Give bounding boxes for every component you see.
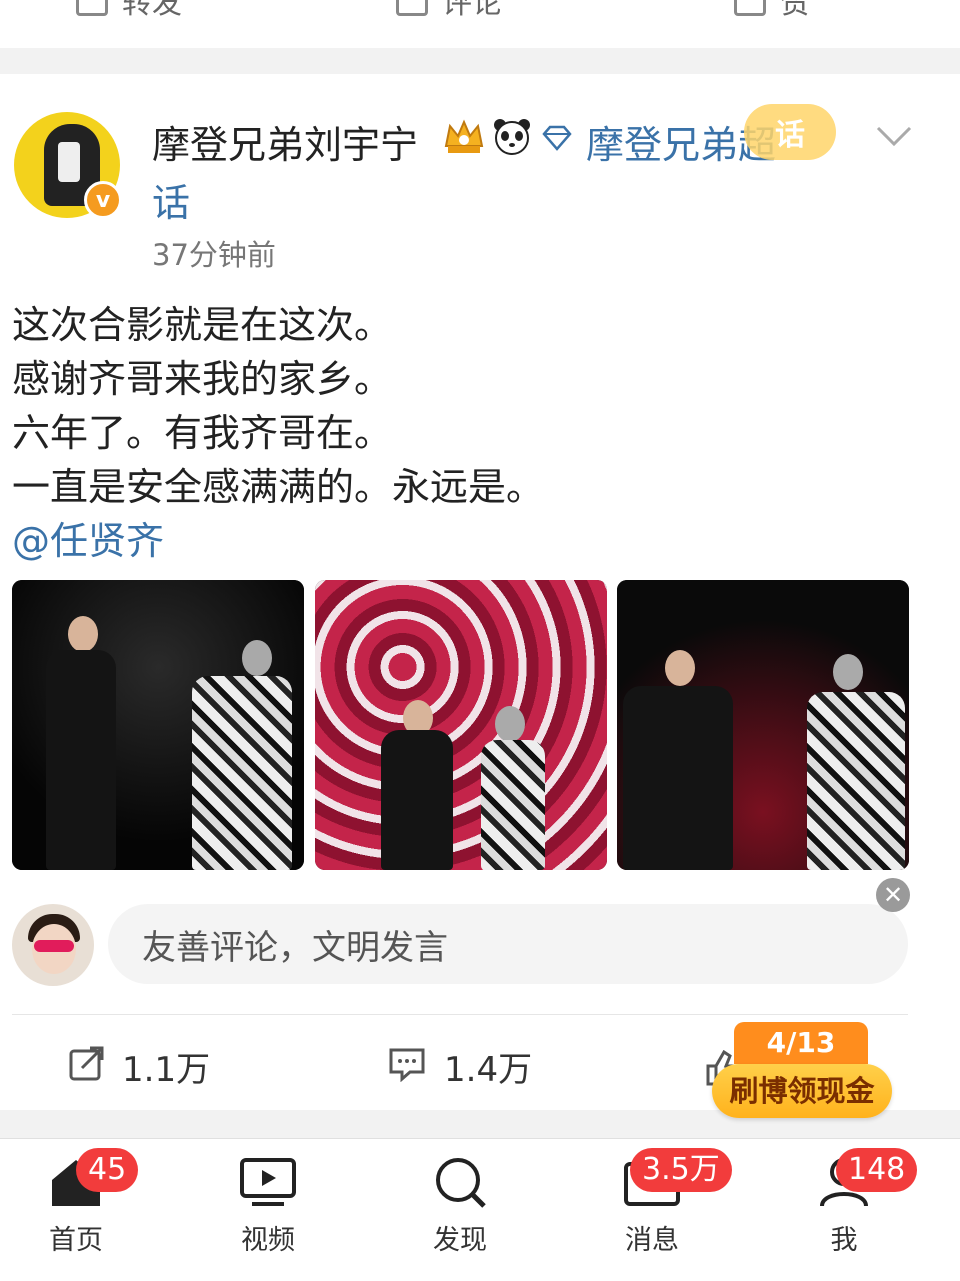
repost-icon: [76, 0, 108, 16]
nav-discover-label: 发现: [433, 1225, 487, 1256]
nav-video[interactable]: 视频: [218, 1156, 318, 1257]
search-icon: [436, 1158, 486, 1208]
supertopic-badge-icon: 话: [744, 104, 836, 160]
comment-icon[interactable]: [388, 1046, 426, 1082]
supertopic-link-continued[interactable]: 话: [152, 172, 190, 227]
post-text-line: 六年了。有我齐哥在。: [12, 411, 393, 455]
nav-me-label: 我: [830, 1225, 858, 1256]
like-icon: [734, 0, 766, 16]
nav-video-label: 视频: [241, 1225, 295, 1256]
post-text-line: 感谢齐哥来我的家乡。: [12, 357, 393, 401]
nav-home-label: 首页: [49, 1225, 103, 1256]
post-photo-1[interactable]: [12, 580, 304, 870]
divider: [12, 1014, 908, 1015]
prev-comment-button[interactable]: 评论: [396, 0, 502, 22]
post-photo-2[interactable]: [315, 580, 607, 870]
crown-icon: [444, 119, 484, 153]
repost-count[interactable]: 1.1万: [122, 1042, 210, 1091]
chevron-down-icon[interactable]: [874, 122, 914, 152]
diamond-icon: [542, 125, 572, 151]
comment-count[interactable]: 1.4万: [444, 1042, 532, 1091]
prev-repost-button[interactable]: 转发: [76, 0, 182, 22]
previous-post-action-bar: 转发 评论 赞: [0, 0, 960, 48]
cash-reward-promo[interactable]: 4/13 刷博领现金: [712, 1022, 892, 1118]
promo-progress: 4/13: [734, 1022, 868, 1064]
post-text-line: 一直是安全感满满的。永远是。: [12, 465, 545, 509]
me-badge: 148: [836, 1148, 918, 1192]
promo-label: 刷博领现金: [712, 1064, 892, 1118]
prev-repost-label: 转发: [122, 0, 182, 21]
verified-badge-icon: v: [84, 181, 122, 219]
post-timestamp: 37分钟前: [152, 238, 276, 272]
my-avatar[interactable]: [12, 904, 94, 986]
messages-badge: 3.5万: [630, 1148, 732, 1192]
author-name[interactable]: 摩登兄弟刘宇宁: [152, 114, 418, 169]
post-text-line: 这次合影就是在这次。: [12, 303, 393, 347]
home-badge: 45: [76, 1148, 139, 1192]
video-icon: [240, 1158, 296, 1206]
comment-icon: [396, 0, 428, 16]
prev-comment-label: 评论: [442, 0, 502, 21]
repost-icon[interactable]: [68, 1046, 106, 1082]
nav-messages-label: 消息: [625, 1225, 679, 1256]
prev-like-button[interactable]: 赞: [734, 0, 810, 22]
prev-like-label: 赞: [780, 0, 810, 21]
close-icon[interactable]: ✕: [876, 878, 910, 912]
post-photo-3[interactable]: [617, 580, 909, 870]
comment-input[interactable]: 友善评论，文明发言: [108, 904, 908, 984]
panda-icon: [494, 119, 530, 155]
mention-link[interactable]: @任贤齐: [12, 510, 164, 565]
nav-discover[interactable]: 发现: [410, 1156, 510, 1257]
